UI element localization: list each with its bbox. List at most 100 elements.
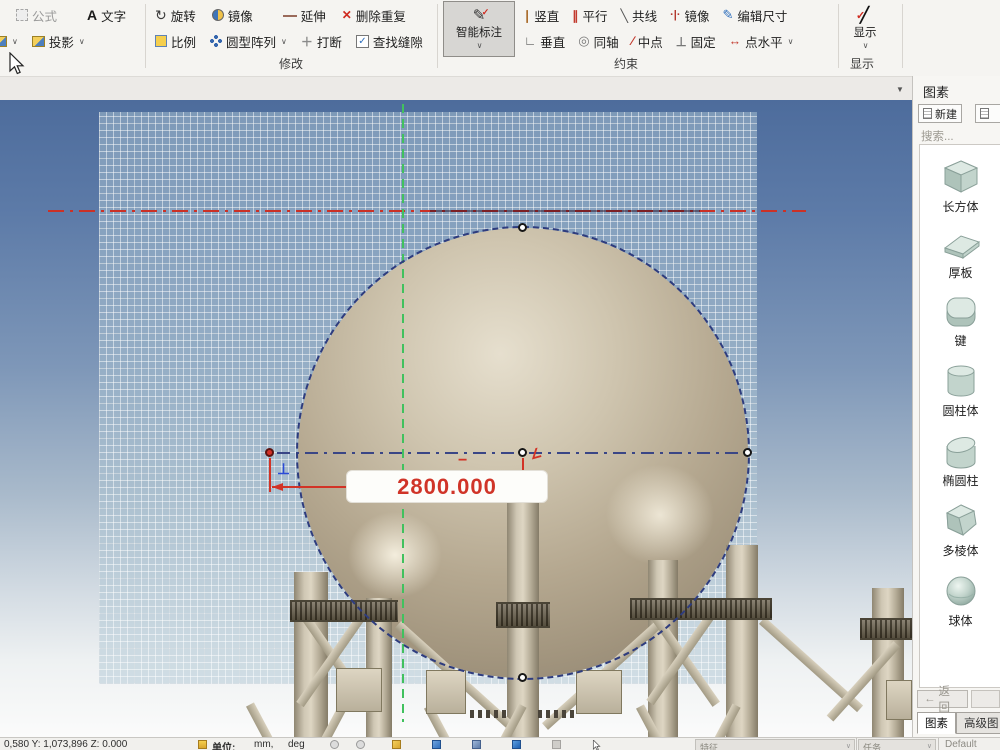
mirror-icon <box>212 9 224 21</box>
elliptic-cylinder-icon <box>939 432 983 470</box>
back-arrow-icon: ← <box>924 693 936 705</box>
back-button[interactable]: ← 返回 <box>917 690 968 708</box>
circle-top-point[interactable] <box>518 223 527 232</box>
mirror-button[interactable]: 镜像 <box>212 6 253 25</box>
display-button[interactable]: ✓╱ 显示 ∨ <box>843 1 887 57</box>
status-icon-cube-yellow[interactable] <box>392 740 401 749</box>
junction-box <box>336 668 382 712</box>
status-icon-cube-blue2[interactable] <box>512 740 521 749</box>
list-item-cylinder[interactable]: 圆柱体 <box>920 362 1000 419</box>
tank-leg-column <box>294 572 328 737</box>
3d-viewport[interactable]: 2800.000 ⊥ − ∠ <box>0 100 912 737</box>
status-icon-shape[interactable] <box>472 740 481 749</box>
elements-panel: 图素 新建 搜索... 长方体 厚板 <box>912 76 1000 737</box>
break-icon: ＋ <box>301 33 313 50</box>
list-item-cuboid[interactable]: 长方体 <box>920 158 1000 215</box>
bolt-row <box>538 710 578 718</box>
status-icon-gray[interactable] <box>552 740 561 749</box>
minus-glyph: − <box>458 452 467 470</box>
display-group-label: 显示 <box>850 55 874 72</box>
list-item-polyhedron[interactable]: 多棱体 <box>920 502 1000 559</box>
ribbon-toolbar: 公式 A 文字 ∨ 投影 ∨ ↻ 旋转 镜像 延伸 <box>0 0 1000 76</box>
perpendicular-constraint-button[interactable]: ∟ 垂直 <box>524 32 565 51</box>
group-separator <box>838 4 839 68</box>
task-field[interactable]: 任务 ∨ <box>858 739 936 750</box>
point-horizontal-icon: ↔ <box>729 34 742 48</box>
status-icon-cube-blue[interactable] <box>432 740 441 749</box>
primitive-list: 长方体 厚板 键 圆柱体 <box>919 144 1000 688</box>
coaxial-constraint-button[interactable]: ◎ 同轴 <box>578 32 618 51</box>
scale-button[interactable]: 比例 <box>155 32 196 51</box>
formula-button[interactable]: 公式 <box>16 6 57 25</box>
rotate-icon: ↻ <box>155 9 167 21</box>
flange-connector <box>860 618 912 640</box>
canvas-top-strip: ▼ <box>0 76 912 100</box>
find-gap-button[interactable]: ✓ 查找缝隙 <box>356 32 423 51</box>
perpendicular-constraint-glyph: ⊥ <box>277 460 290 478</box>
scale-icon <box>155 35 167 47</box>
circle-right-point[interactable] <box>743 448 752 457</box>
panel-collapse-arrow-icon[interactable]: ▼ <box>896 85 904 94</box>
circle-center-point[interactable] <box>518 448 527 457</box>
new-document-icon <box>923 108 932 119</box>
projection-icon <box>32 36 45 47</box>
units-deg: deg <box>288 739 305 750</box>
coordinate-readout: 0,580 Y: 1,073,896 Z: 0.000 <box>4 739 127 750</box>
dimension-anchor-point[interactable] <box>265 448 274 457</box>
text-button[interactable]: A 文字 <box>87 6 126 25</box>
point-horizontal-button[interactable]: ↔ 点水平 ∨ <box>729 32 794 51</box>
search-input[interactable]: 搜索... <box>921 128 954 144</box>
chevron-down-icon: ∨ <box>846 742 851 750</box>
collinear-constraint-button[interactable]: ╲ 共线 <box>621 6 658 25</box>
smart-dimension-button[interactable]: ✎✓ 智能标注 ∨ <box>443 1 515 57</box>
modify-group-label: 修改 <box>279 55 303 72</box>
edit-dimension-button[interactable]: ✎ 编辑尺寸 <box>723 6 788 25</box>
mouse-cursor <box>8 52 26 76</box>
junction-box <box>426 670 466 714</box>
slot-button-partial[interactable]: ∨ <box>0 36 18 47</box>
rotate-button[interactable]: ↻ 旋转 <box>155 6 196 25</box>
list-item-plate[interactable]: 厚板 <box>920 228 1000 281</box>
chevron-down-icon: ∨ <box>477 41 483 50</box>
units-label: 单位: <box>212 739 235 750</box>
midpoint-constraint-button[interactable]: ∕ 中点 <box>632 32 663 51</box>
tab-elements[interactable]: 图素 <box>917 712 956 734</box>
document-icon <box>980 108 989 119</box>
fixed-constraint-button[interactable]: ⊥ 固定 <box>676 32 716 51</box>
extend-button[interactable]: 延伸 <box>283 6 326 25</box>
tab-advanced-elements[interactable]: 高级图 <box>956 712 1000 734</box>
projection-button[interactable]: 投影 ∨ <box>32 32 85 51</box>
mirror-constraint-button[interactable]: ·|· 镜像 <box>670 6 709 25</box>
status-icon-circle <box>330 740 339 749</box>
vertical-constraint-icon: ∣ <box>524 8 530 23</box>
dimension-extension-line <box>269 458 271 492</box>
units-mm: mm, <box>254 739 273 750</box>
break-button[interactable]: ＋ 打断 <box>301 32 342 51</box>
dimension-value-label[interactable]: 2800.000 <box>346 470 548 503</box>
vertical-constraint-button[interactable]: ∣ 竖直 <box>524 6 559 25</box>
status-cursor-icon <box>592 740 602 750</box>
secondary-button-partial[interactable] <box>975 104 1000 123</box>
find-gap-icon: ✓ <box>356 35 369 48</box>
remove-duplicate-button[interactable]: ✕ 删除重复 <box>342 6 406 25</box>
chevron-down-icon: ∨ <box>863 41 869 50</box>
statusbar-separator <box>938 738 939 750</box>
mirror-constraint-icon: ·|· <box>670 9 680 21</box>
list-item-sphere[interactable]: 球体 <box>920 572 1000 629</box>
list-item-elliptic-cylinder[interactable]: 椭圆柱 <box>920 432 1000 489</box>
junction-box <box>576 670 622 714</box>
group-separator <box>145 4 146 68</box>
smart-dimension-icon: ✎✓ <box>473 9 486 23</box>
feature-filter-field[interactable]: 特征 ∨ <box>695 739 855 750</box>
circular-array-icon <box>210 35 222 47</box>
circle-bottom-point[interactable] <box>518 673 527 682</box>
new-button[interactable]: 新建 <box>918 104 962 123</box>
status-bar: 0,580 Y: 1,073,896 Z: 0.000 单位: mm, deg … <box>0 737 1000 750</box>
edit-dimension-icon: ✎ <box>723 7 734 23</box>
list-item-key[interactable]: 键 <box>920 294 1000 349</box>
chevron-down-icon: ∨ <box>79 37 85 46</box>
circular-array-button[interactable]: 圆型阵列 ∨ <box>210 32 287 51</box>
parallel-constraint-button[interactable]: ∥ 平行 <box>572 6 607 25</box>
midpoint-icon: ∕ <box>632 34 634 48</box>
delete-duplicate-icon: ✕ <box>342 8 352 22</box>
